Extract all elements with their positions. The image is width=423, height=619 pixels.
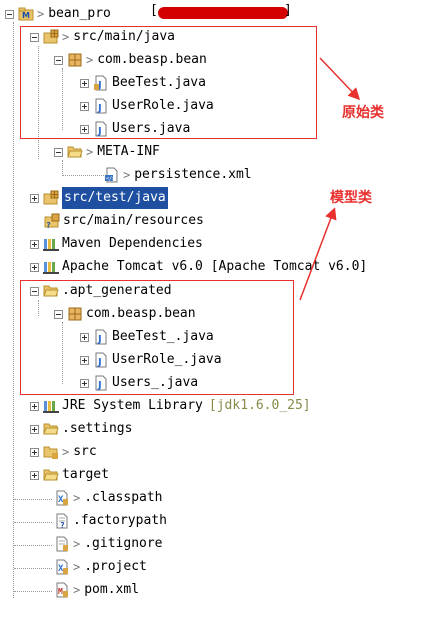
model-classes-highlight-box: [20, 280, 294, 395]
tree-item-label: target: [62, 467, 109, 482]
tree-item-apache-tomcat[interactable]: Apache Tomcat v6.0 [Apache Tomcat v6.0]: [30, 256, 367, 278]
tree-item-label: .classpath: [84, 490, 163, 505]
tree-item-project-file[interactable]: X > .project: [54, 556, 147, 578]
tree-item-label: .settings: [62, 421, 133, 436]
tree-item-label: src/test/java: [62, 187, 168, 209]
project-label: bean_pro: [48, 6, 111, 21]
tree-guide-line: [14, 522, 52, 523]
chevron-right-icon: >: [37, 7, 45, 21]
svg-text:?: ?: [46, 221, 51, 229]
open-folder-icon: [67, 144, 83, 160]
xml-file-icon: </>: [104, 167, 120, 183]
tree-item-persistence-xml[interactable]: </> > persistence.xml: [104, 164, 252, 186]
tree-item-classpath[interactable]: X > .classpath: [54, 487, 163, 509]
tree-item-src-main-resources[interactable]: ? src/main/resources: [44, 210, 204, 232]
xml-file-icon: X: [54, 490, 70, 506]
tree-item-label: Maven Dependencies: [62, 236, 203, 251]
svg-text:M: M: [22, 11, 30, 20]
tree-guide-line: [13, 22, 14, 598]
tree-item-project[interactable]: M > bean_pro: [5, 3, 111, 25]
chevron-right-icon: >: [73, 560, 81, 574]
source-folder-warning-icon: ?: [44, 213, 60, 229]
svg-text:M: M: [58, 587, 63, 596]
tree-item-gitignore[interactable]: > .gitignore: [54, 533, 163, 555]
tree-item-label: .factorypath: [73, 513, 167, 528]
jre-version-label: [jdk1.6.0_25]: [208, 398, 311, 413]
redaction-mark: [158, 7, 288, 19]
folder-icon: [43, 467, 59, 483]
library-icon: [43, 259, 59, 275]
tree-item-label: .gitignore: [84, 536, 163, 551]
tree-item-target[interactable]: target: [30, 464, 109, 486]
chevron-right-icon: >: [86, 145, 94, 159]
package-explorer-tree: M > bean_pro [ ] > src/main/java > com.b…: [0, 0, 423, 619]
tree-guide-line: [14, 545, 52, 546]
maven-project-icon: M: [18, 6, 34, 22]
tree-item-label: src/main/resources: [63, 213, 204, 228]
arrow-to-model-label: [299, 207, 337, 301]
expand-toggle[interactable]: [30, 262, 39, 272]
tree-item-src-test-java[interactable]: src/test/java: [30, 187, 168, 209]
collapse-toggle[interactable]: [5, 9, 14, 19]
text-file-icon: [54, 536, 70, 552]
tree-item-label: .project: [84, 559, 147, 574]
library-icon: [43, 398, 59, 414]
tree-item-src[interactable]: > src: [30, 441, 97, 463]
tree-item-factorypath[interactable]: ? .factorypath: [54, 510, 167, 532]
tree-item-label: persistence.xml: [134, 167, 252, 182]
svg-text:</>: </>: [106, 176, 115, 182]
chevron-right-icon: >: [73, 491, 81, 505]
tree-item-settings[interactable]: .settings: [30, 418, 132, 440]
chevron-right-icon: >: [62, 445, 70, 459]
expand-toggle[interactable]: [30, 470, 39, 480]
expand-toggle[interactable]: [30, 424, 39, 434]
expand-toggle[interactable]: [30, 401, 39, 411]
redaction-bracket: [: [150, 3, 158, 18]
expand-toggle[interactable]: [30, 193, 39, 203]
chevron-right-icon: >: [73, 583, 81, 597]
source-folder-icon: [43, 190, 59, 206]
tree-item-label: JRE System Library: [62, 398, 203, 413]
library-icon: [43, 236, 59, 252]
tree-item-pom-xml[interactable]: M > pom.xml: [54, 579, 139, 601]
folder-icon: [43, 444, 59, 460]
expand-toggle[interactable]: [30, 447, 39, 457]
tree-guide-line: [14, 591, 52, 592]
model-classes-annotation: 模型类: [330, 190, 372, 206]
collapse-toggle[interactable]: [54, 147, 63, 157]
folder-icon: [43, 421, 59, 437]
tree-guide-line: [62, 175, 104, 176]
tree-item-label: Apache Tomcat v6.0 [Apache Tomcat v6.0]: [62, 259, 368, 274]
tree-item-jre-system-library[interactable]: JRE System Library [jdk1.6.0_25]: [30, 395, 311, 417]
original-classes-annotation: 原始类: [342, 105, 384, 121]
expand-toggle[interactable]: [30, 239, 39, 249]
chevron-right-icon: >: [73, 537, 81, 551]
arrow-to-original-label: [319, 57, 361, 101]
tree-guide-line: [14, 499, 52, 500]
redaction-bracket: ]: [284, 3, 292, 18]
tree-guide-line: [14, 568, 52, 569]
maven-pom-icon: M: [54, 582, 70, 598]
tree-item-label: META-INF: [97, 144, 160, 159]
tree-item-meta-inf[interactable]: > META-INF: [54, 141, 160, 163]
tree-item-label: src: [73, 444, 97, 459]
original-classes-highlight-box: [20, 26, 317, 139]
tree-item-label: pom.xml: [84, 582, 140, 597]
xml-file-icon: X: [54, 559, 70, 575]
tree-item-maven-dependencies[interactable]: Maven Dependencies: [30, 233, 203, 255]
svg-text:?: ?: [60, 521, 65, 529]
chevron-right-icon: >: [123, 168, 131, 182]
unknown-file-icon: ?: [54, 513, 70, 529]
